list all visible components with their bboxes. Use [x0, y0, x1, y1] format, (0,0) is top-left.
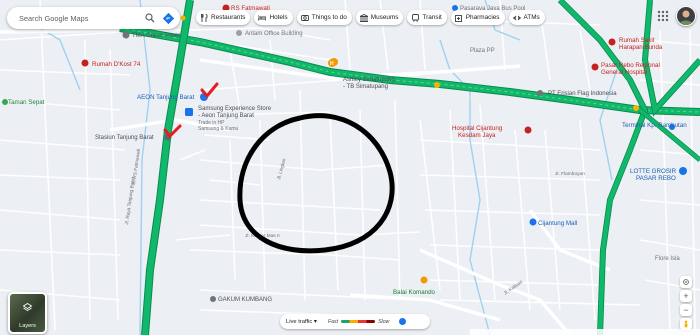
svg-text:PASAR REBO: PASAR REBO [636, 175, 676, 182]
svg-text:Samsung Experience Store: Samsung Experience Store [198, 106, 272, 112]
chip-atms[interactable]: ATMs [508, 10, 545, 25]
fast-label: Fast [328, 318, 339, 325]
svg-text:Samsung & Kamu: Samsung & Kamu [198, 126, 239, 132]
svg-text:- TB Simatupang: - TB Simatupang [343, 84, 388, 90]
poi-terminal[interactable]: Terminal Kp. Rambutan [622, 122, 687, 130]
svg-text:Antam Office Building: Antam Office Building [245, 31, 303, 37]
train-icon [411, 13, 419, 22]
my-location-button[interactable] [680, 276, 692, 288]
atm-icon [512, 14, 521, 22]
svg-text:Harapan Bunda: Harapan Bunda [619, 44, 663, 51]
svg-text:AEON Tanjung Barat: AEON Tanjung Barat [137, 94, 195, 101]
poi-plaza[interactable]: Plaza PP [470, 48, 495, 54]
svg-text:GAKUM KUMBANG: GAKUM KUMBANG [218, 297, 272, 303]
directions-icon[interactable] [161, 11, 175, 25]
svg-text:TMA Green Tower: TMA Green Tower [132, 33, 180, 39]
svg-text:H: H [330, 61, 334, 67]
pharmacy-icon [455, 14, 463, 22]
svg-text:Kesdam Jaya: Kesdam Jaya [458, 132, 496, 139]
locate-icon [683, 279, 689, 285]
chip-transit[interactable]: Transit [407, 10, 447, 25]
poi-flore[interactable]: Flore Isla [655, 256, 680, 262]
avatar[interactable] [676, 6, 696, 26]
svg-text:Pasar Rebo Regional: Pasar Rebo Regional [601, 62, 660, 69]
search-icon[interactable] [143, 11, 157, 25]
layers-label: Layers [19, 323, 36, 329]
svg-text:Hospital Cijantung: Hospital Cijantung [452, 125, 503, 132]
museum-icon [359, 13, 368, 22]
svg-text:Plaza PP: Plaza PP [470, 48, 495, 54]
live-traffic-dropdown[interactable]: Live traffic ▾ [280, 319, 328, 325]
chip-restaurants[interactable]: Restaurants [196, 10, 251, 25]
chip-hotels[interactable]: Hotels [254, 10, 293, 25]
poi-gakum[interactable]: GAKUM KUMBANG [210, 296, 272, 303]
traffic-legend: Live traffic ▾ Fast Slow [280, 314, 430, 329]
svg-text:Stasiun Tanjung Barat: Stasiun Tanjung Barat [95, 135, 154, 141]
zoom-out-button[interactable]: − [680, 304, 692, 316]
map-canvas[interactable]: RS Fatmawati TMA Green Tower Antam Offic… [0, 0, 700, 335]
fork-knife-icon [200, 13, 208, 22]
slow-label: Slow [378, 318, 390, 325]
poi-h-marker[interactable]: H [328, 59, 336, 67]
svg-text:PT Erisian Flag Indonesia: PT Erisian Flag Indonesia [548, 91, 617, 97]
svg-text:Cijantung Mall: Cijantung Mall [538, 220, 577, 227]
chip-things-to-do[interactable]: Things to do [296, 10, 352, 25]
layers-button[interactable]: Layers [8, 292, 47, 334]
poi-antam[interactable]: Antam Office Building [236, 30, 303, 37]
svg-text:- Aeon Tanjung Barat: - Aeon Tanjung Barat [198, 113, 254, 119]
poi-pt-erisian[interactable]: PT Erisian Flag Indonesia [537, 90, 617, 97]
svg-text:Balai Komando: Balai Komando [393, 289, 436, 296]
poi-taman-sepat[interactable]: Taman Sepat [2, 99, 45, 106]
apps-grid-icon[interactable] [656, 9, 670, 23]
zoom-in-button[interactable]: + [680, 290, 692, 302]
svg-text:Jl. Flamboyan: Jl. Flamboyan [555, 171, 585, 177]
traffic-color-scale [341, 320, 376, 323]
svg-text:Terminal Kp. Rambutan: Terminal Kp. Rambutan [622, 122, 687, 129]
search-input[interactable] [17, 12, 139, 24]
bed-icon [258, 14, 267, 22]
search-box[interactable] [7, 7, 180, 29]
category-chips: Restaurants Hotels Things to do Museums … [196, 10, 545, 25]
svg-text:Taman Sepat: Taman Sepat [8, 99, 45, 106]
svg-text:Rumah D'Kost 74: Rumah D'Kost 74 [92, 61, 141, 68]
svg-text:General Hospital: General Hospital [601, 69, 647, 76]
layers-icon [23, 303, 32, 312]
chip-pharmacies[interactable]: Pharmacies [450, 10, 505, 25]
chip-museums[interactable]: Museums [355, 10, 404, 25]
svg-text:Ashley Simatupang: Ashley Simatupang [343, 77, 395, 83]
camera-icon [300, 14, 309, 22]
poi-green-tower[interactable]: TMA Green Tower [122, 31, 181, 40]
attribution-bar [470, 329, 700, 335]
info-dot-button[interactable] [399, 318, 407, 325]
svg-text:Rumah Sakit: Rumah Sakit [619, 37, 655, 44]
svg-text:Flore Isla: Flore Isla [655, 256, 680, 262]
svg-text:LOTTE GROSIR: LOTTE GROSIR [630, 168, 677, 175]
